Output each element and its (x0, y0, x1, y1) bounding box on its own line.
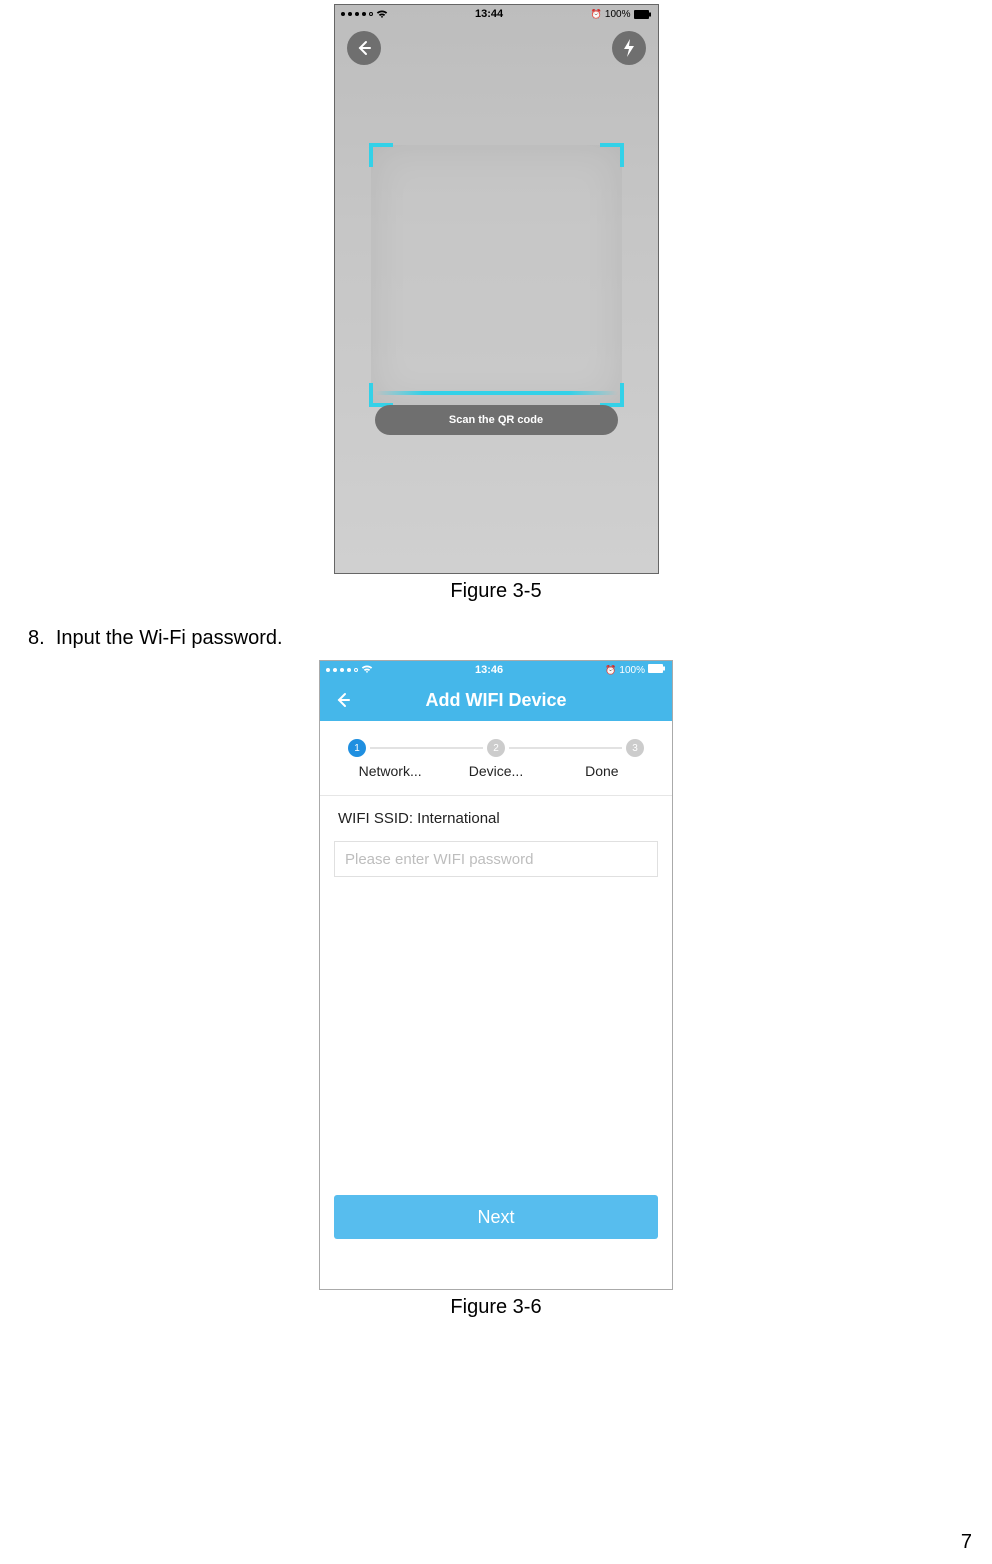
stepper: 1 2 3 (320, 721, 672, 757)
step-instruction: Input the Wi-Fi password. (56, 627, 283, 649)
step-label-2: Device... (444, 763, 548, 779)
wifi-ssid-label: WIFI SSID: International (320, 796, 672, 835)
battery-pct: 100% (619, 665, 645, 676)
figure-3-5: 13:44 ⏰ 100% (334, 0, 659, 603)
step-label-3: Done (550, 763, 654, 779)
page-number: 7 (961, 1531, 972, 1554)
wifi-icon (361, 664, 373, 677)
alarm-icon: ⏰ (605, 665, 616, 676)
step-number: 8. (28, 627, 45, 649)
document-page: 13:44 ⏰ 100% (0, 0, 992, 1564)
step-circle-2: 2 (487, 739, 505, 757)
scan-line (375, 391, 618, 395)
step-circle-3: 3 (626, 739, 644, 757)
status-bar: 13:46 ⏰ 100% (320, 661, 672, 679)
wifi-icon (376, 9, 388, 19)
nav-title: Add WIFI Device (425, 690, 566, 711)
status-bar: 13:44 ⏰ 100% (335, 5, 658, 23)
battery-icon (634, 10, 652, 19)
corner-icon (600, 383, 624, 407)
back-button[interactable] (328, 679, 358, 721)
signal-dots (326, 664, 373, 677)
spacer (320, 877, 672, 1195)
corner-icon (369, 383, 393, 407)
signal-dots (341, 9, 388, 19)
status-right: ⏰ 100% (605, 664, 666, 676)
corner-icon (369, 143, 393, 167)
figure-caption-2: Figure 3-6 (319, 1296, 673, 1319)
battery-icon (648, 664, 666, 676)
wifi-password-input[interactable]: Please enter WIFI password (334, 841, 658, 877)
scanner-screenshot: 13:44 ⏰ 100% (334, 4, 659, 574)
back-button[interactable] (347, 31, 381, 65)
step-circle-1: 1 (348, 739, 366, 757)
battery-pct: 100% (605, 9, 631, 20)
qr-scan-frame (371, 145, 622, 405)
step-line (509, 747, 622, 749)
next-button[interactable]: Next (334, 1195, 658, 1239)
step-8-text: 8. Input the Wi-Fi password. (28, 627, 992, 650)
figure-3-6: 13:46 ⏰ 100% Add WIFI Device 1 2 (319, 660, 673, 1319)
alarm-icon: ⏰ (591, 9, 602, 20)
corner-icon (600, 143, 624, 167)
stepper-labels: Network... Device... Done (320, 757, 672, 779)
nav-bar: Add WIFI Device (320, 679, 672, 721)
status-right: ⏰ 100% (591, 9, 652, 20)
scan-qr-button[interactable]: Scan the QR code (375, 405, 618, 435)
flash-button[interactable] (612, 31, 646, 65)
placeholder-text: Please enter WIFI password (345, 851, 533, 868)
figure-caption-1: Figure 3-5 (334, 580, 659, 603)
status-time: 13:46 (475, 664, 503, 676)
status-time: 13:44 (475, 8, 503, 20)
step-line (370, 747, 483, 749)
step-label-1: Network... (338, 763, 442, 779)
add-wifi-screenshot: 13:46 ⏰ 100% Add WIFI Device 1 2 (319, 660, 673, 1290)
